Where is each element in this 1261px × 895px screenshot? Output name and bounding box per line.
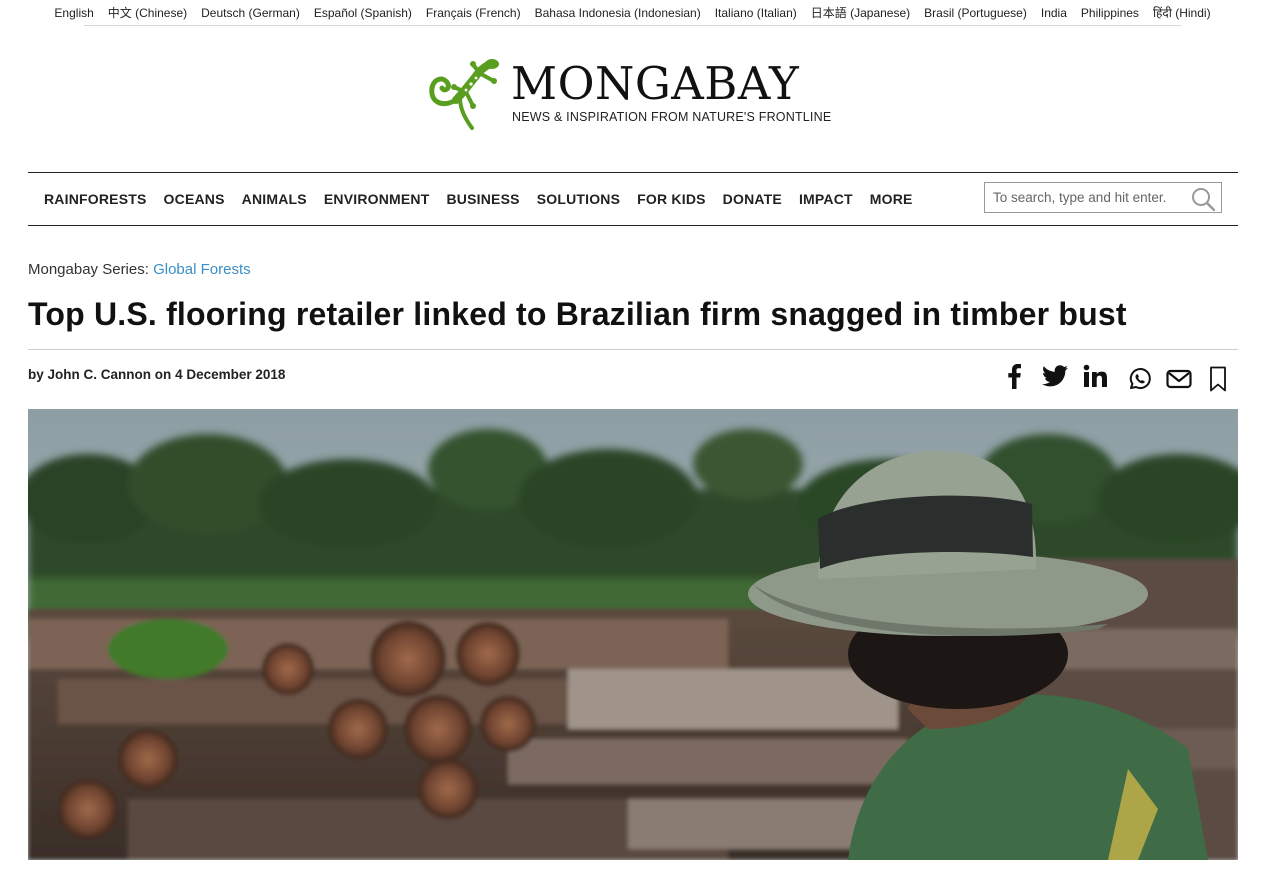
nav-item-donate[interactable]: DONATE [723, 191, 782, 207]
search-icon[interactable] [1191, 187, 1215, 211]
lang-link-philippines[interactable]: Philippines [1081, 6, 1139, 20]
author-link[interactable]: John C. Cannon [48, 367, 152, 382]
byline: by John C. Cannon on 4 December 2018 [28, 367, 285, 382]
nav-item-impact[interactable]: IMPACT [799, 191, 853, 207]
title-divider [28, 349, 1238, 350]
nav-menu: RAINFORESTS OCEANS ANIMALS ENVIRONMENT B… [44, 173, 913, 225]
nav-item-business[interactable]: BUSINESS [447, 191, 520, 207]
nav-item-environment[interactable]: ENVIRONMENT [324, 191, 430, 207]
nav-item-solutions[interactable]: SOLUTIONS [537, 191, 620, 207]
lang-link-english[interactable]: English [54, 6, 93, 20]
lang-link-japanese[interactable]: 日本語 (Japanese) [811, 4, 910, 21]
brand-name: MONGABAY [511, 57, 800, 110]
lang-link-german[interactable]: Deutsch (German) [201, 6, 300, 20]
share-bar [1000, 363, 1240, 395]
email-icon[interactable] [1166, 369, 1192, 389]
brand-tagline: NEWS & INSPIRATION FROM NATURE'S FRONTLI… [512, 110, 832, 124]
search-box [984, 182, 1222, 213]
lang-link-italian[interactable]: Italiano (Italian) [715, 6, 797, 20]
twitter-icon[interactable] [1042, 365, 1068, 387]
article-title: Top U.S. flooring retailer linked to Bra… [28, 296, 1127, 332]
lang-link-indonesian[interactable]: Bahasa Indonesia (Indonesian) [535, 6, 701, 20]
nav-item-more[interactable]: MORE [870, 191, 913, 207]
series-label: Mongabay Series: [28, 261, 149, 278]
article-series: Mongabay Series: Global Forests [28, 261, 251, 278]
nav-item-rainforests[interactable]: RAINFORESTS [44, 191, 147, 207]
publish-date: 4 December 2018 [175, 367, 286, 382]
byline-by: by [28, 367, 44, 382]
nav-item-animals[interactable]: ANIMALS [242, 191, 307, 207]
search-input[interactable] [985, 183, 1201, 212]
main-nav: RAINFORESTS OCEANS ANIMALS ENVIRONMENT B… [28, 172, 1238, 226]
site-logo[interactable]: MONGABAY NEWS & INSPIRATION FROM NATURE'… [426, 57, 846, 138]
hero-photo [28, 409, 1238, 860]
lang-link-portuguese[interactable]: Brasil (Portuguese) [924, 6, 1027, 20]
series-link[interactable]: Global Forests [153, 261, 251, 278]
lang-link-french[interactable]: Français (French) [426, 6, 521, 20]
lang-link-hindi[interactable]: हिंदी (Hindi) [1153, 4, 1211, 21]
nav-item-oceans[interactable]: OCEANS [164, 191, 225, 207]
bookmark-icon[interactable] [1209, 366, 1227, 392]
lang-link-chinese[interactable]: 中文 (Chinese) [108, 4, 187, 21]
facebook-icon[interactable] [1006, 363, 1022, 389]
lang-link-spanish[interactable]: Español (Spanish) [314, 6, 412, 20]
linkedin-icon[interactable] [1082, 364, 1108, 388]
byline-on: on [154, 367, 172, 382]
hero-image [28, 409, 1238, 860]
whatsapp-icon[interactable] [1128, 367, 1152, 391]
nav-item-for-kids[interactable]: FOR KIDS [637, 191, 706, 207]
language-bar: English 中文 (Chinese) Deutsch (German) Es… [54, 0, 1211, 26]
lang-link-india[interactable]: India [1041, 6, 1067, 20]
gecko-logo-icon [429, 59, 499, 130]
